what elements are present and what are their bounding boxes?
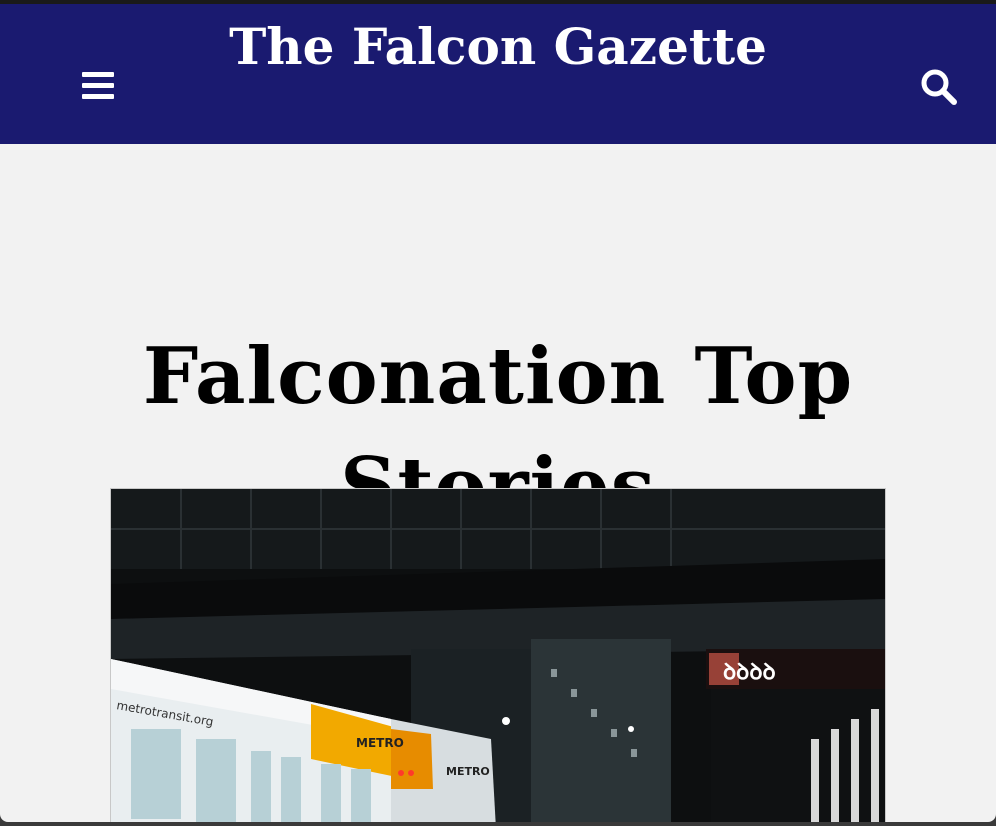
hamburger-menu-icon[interactable]	[82, 70, 114, 102]
svg-text:ꝺꝺꝺꝺ: ꝺꝺꝺꝺ	[723, 660, 776, 685]
site-header: The Falcon Gazette	[0, 4, 996, 144]
screen: The Falcon Gazette Falconation Top Stori…	[0, 0, 996, 822]
svg-text:METRO: METRO	[356, 736, 404, 750]
search-icon[interactable]	[920, 68, 958, 106]
svg-text:METRO: METRO	[446, 765, 490, 778]
site-title[interactable]: The Falcon Gazette	[0, 14, 996, 80]
featured-story-image[interactable]: ꝺꝺꝺꝺ metrotransit.org METRO METRO	[110, 488, 886, 822]
